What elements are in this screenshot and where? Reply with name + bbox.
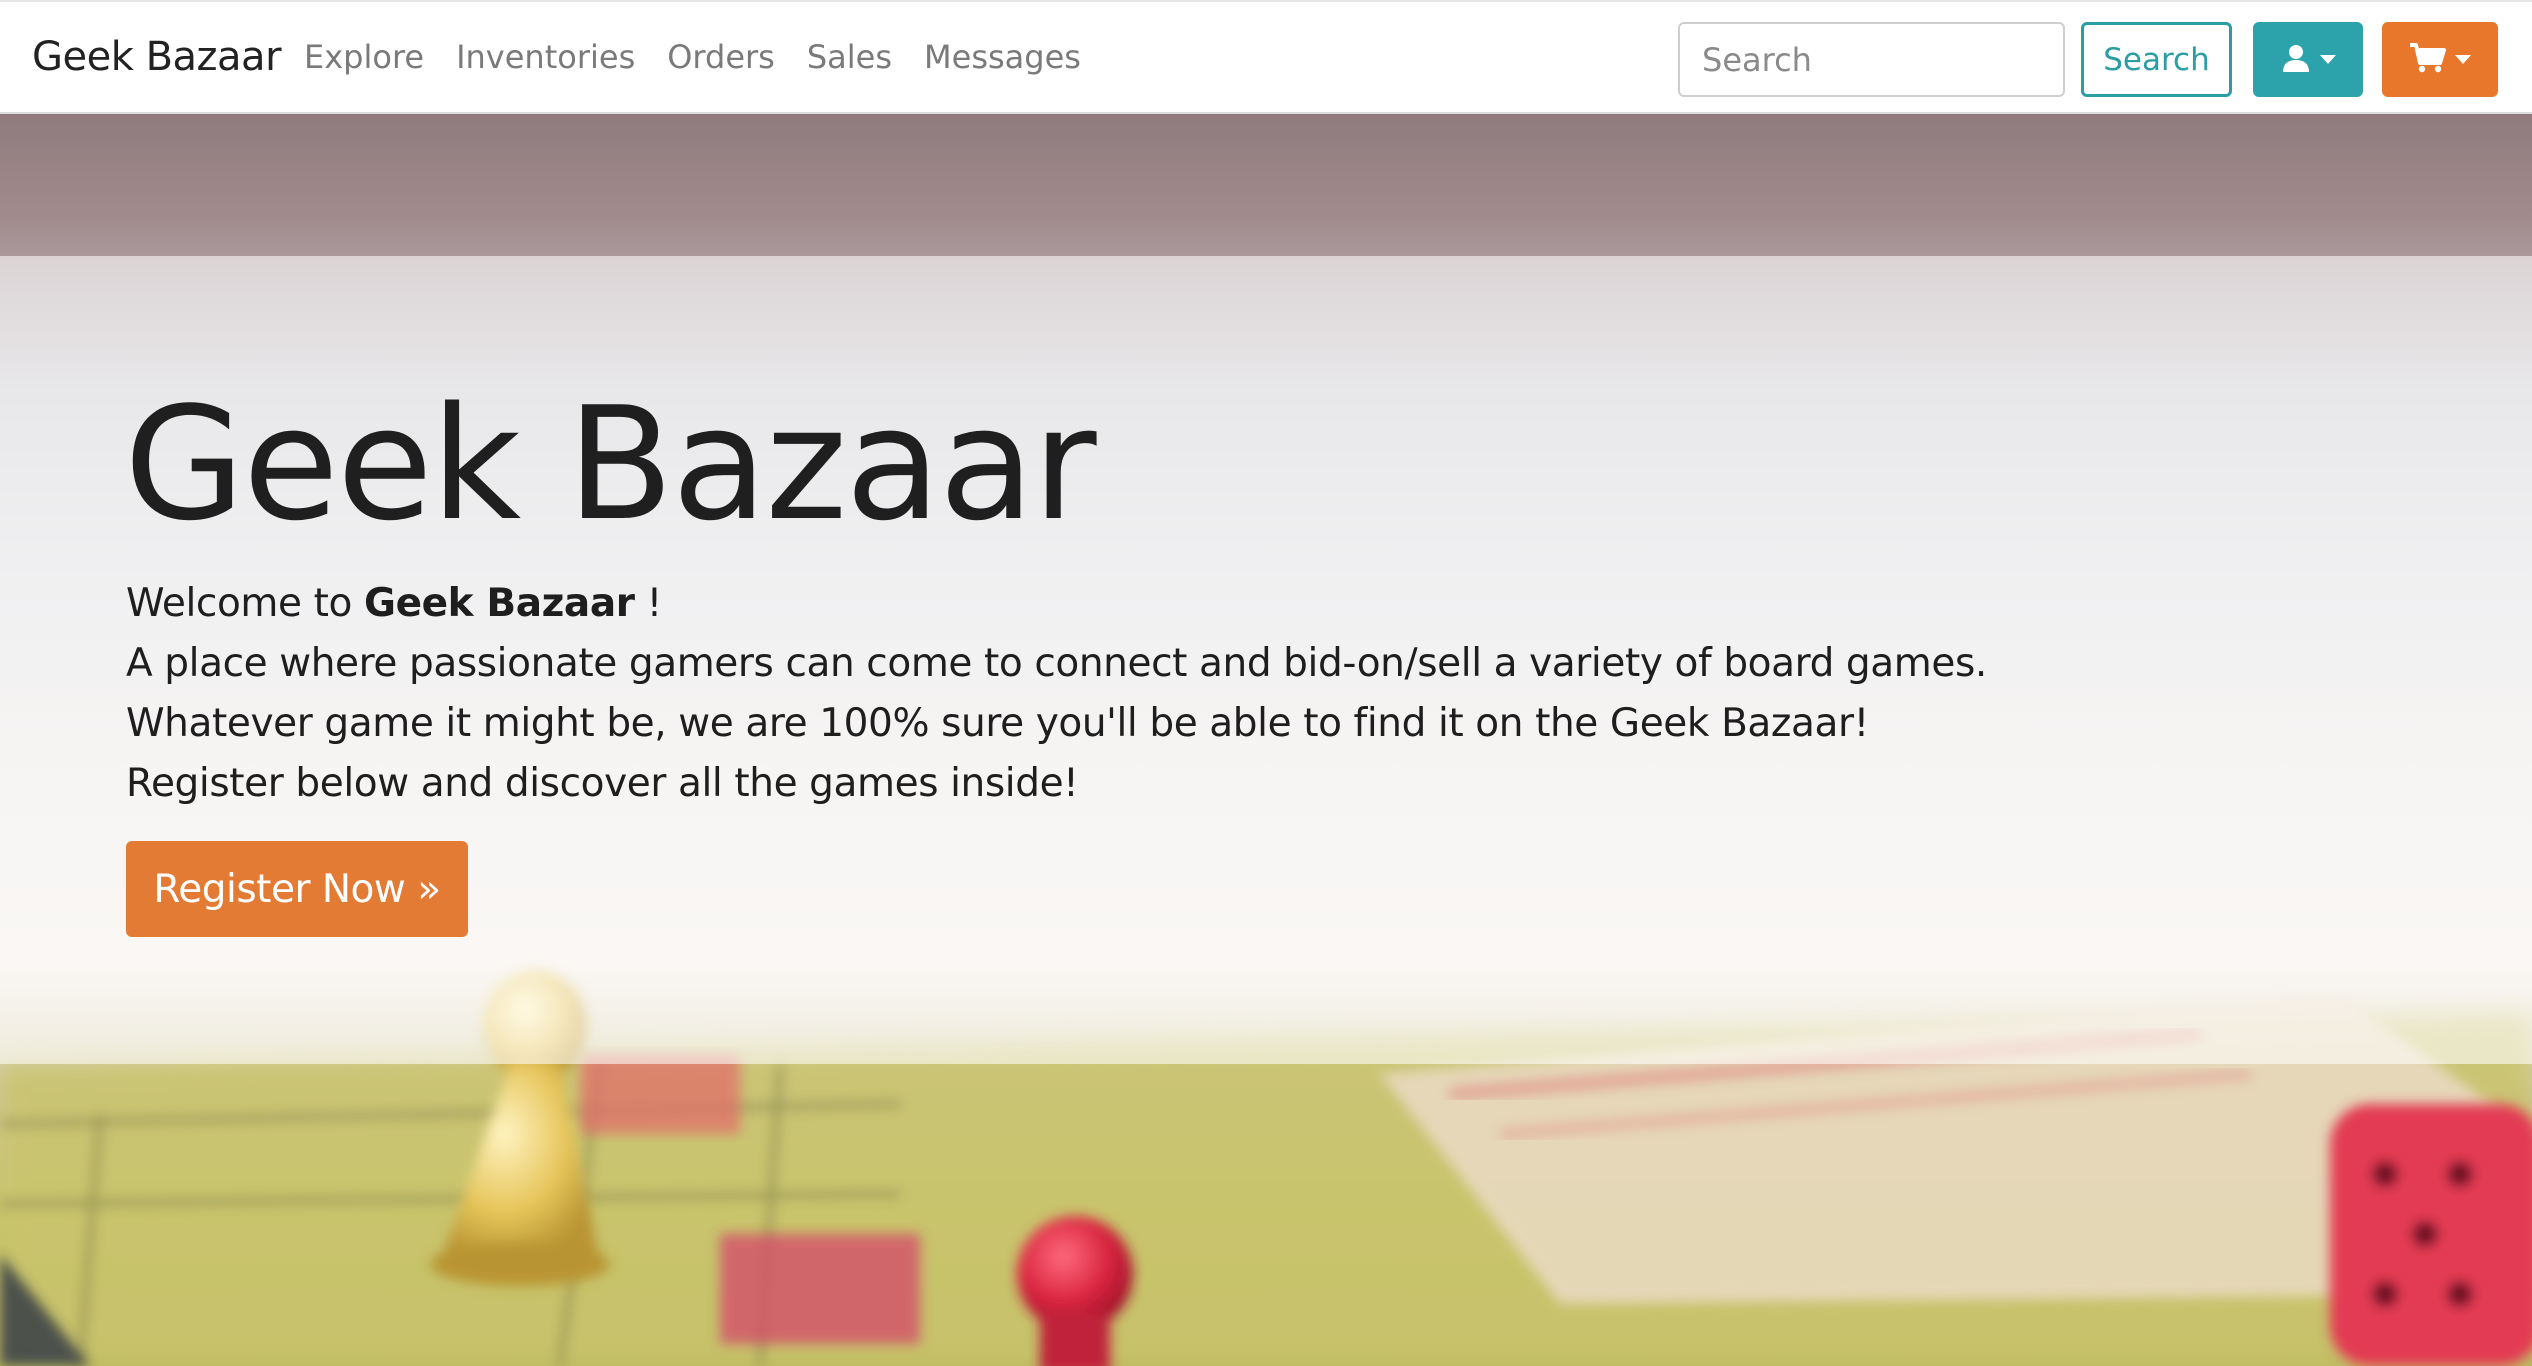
nav-link-explore[interactable]: Explore <box>304 38 424 76</box>
cart-icon <box>2409 42 2447 77</box>
register-now-button[interactable]: Register Now » <box>126 841 468 937</box>
user-icon <box>2280 42 2312 77</box>
chevron-down-icon <box>2455 55 2471 64</box>
hero-title: Geek Bazaar <box>124 373 1097 555</box>
description-line-2: Whatever game it might be, we are 100% s… <box>126 701 1869 746</box>
nav-link-sales[interactable]: Sales <box>807 38 892 76</box>
search-input[interactable] <box>1678 22 2065 97</box>
nav-link-orders[interactable]: Orders <box>667 38 775 76</box>
user-menu-button[interactable] <box>2253 22 2363 97</box>
hero-jumbotron: Geek Bazaar Welcome to Geek Bazaar ! A p… <box>0 256 2532 1064</box>
nav-link-messages[interactable]: Messages <box>924 38 1081 76</box>
welcome-prefix: Welcome to <box>126 581 364 626</box>
welcome-suffix: ! <box>634 581 663 626</box>
welcome-brand: Geek Bazaar <box>363 581 635 626</box>
search-button[interactable]: Search <box>2081 22 2232 97</box>
description-line-1: A place where passionate gamers can come… <box>126 641 1987 686</box>
description-line-3: Register below and discover all the game… <box>126 761 1079 806</box>
top-navbar: Geek Bazaar Explore Inventories Orders S… <box>0 0 2532 114</box>
brand-link[interactable]: Geek Bazaar <box>32 34 282 80</box>
hero-description: Welcome to Geek Bazaar ! A place where p… <box>126 574 1987 814</box>
welcome-line: Welcome to Geek Bazaar ! <box>126 574 1987 634</box>
chevron-down-icon <box>2320 55 2336 64</box>
cart-menu-button[interactable] <box>2382 22 2498 97</box>
nav-link-inventories[interactable]: Inventories <box>456 38 635 76</box>
nav-links: Explore Inventories Orders Sales Message… <box>304 38 1113 76</box>
